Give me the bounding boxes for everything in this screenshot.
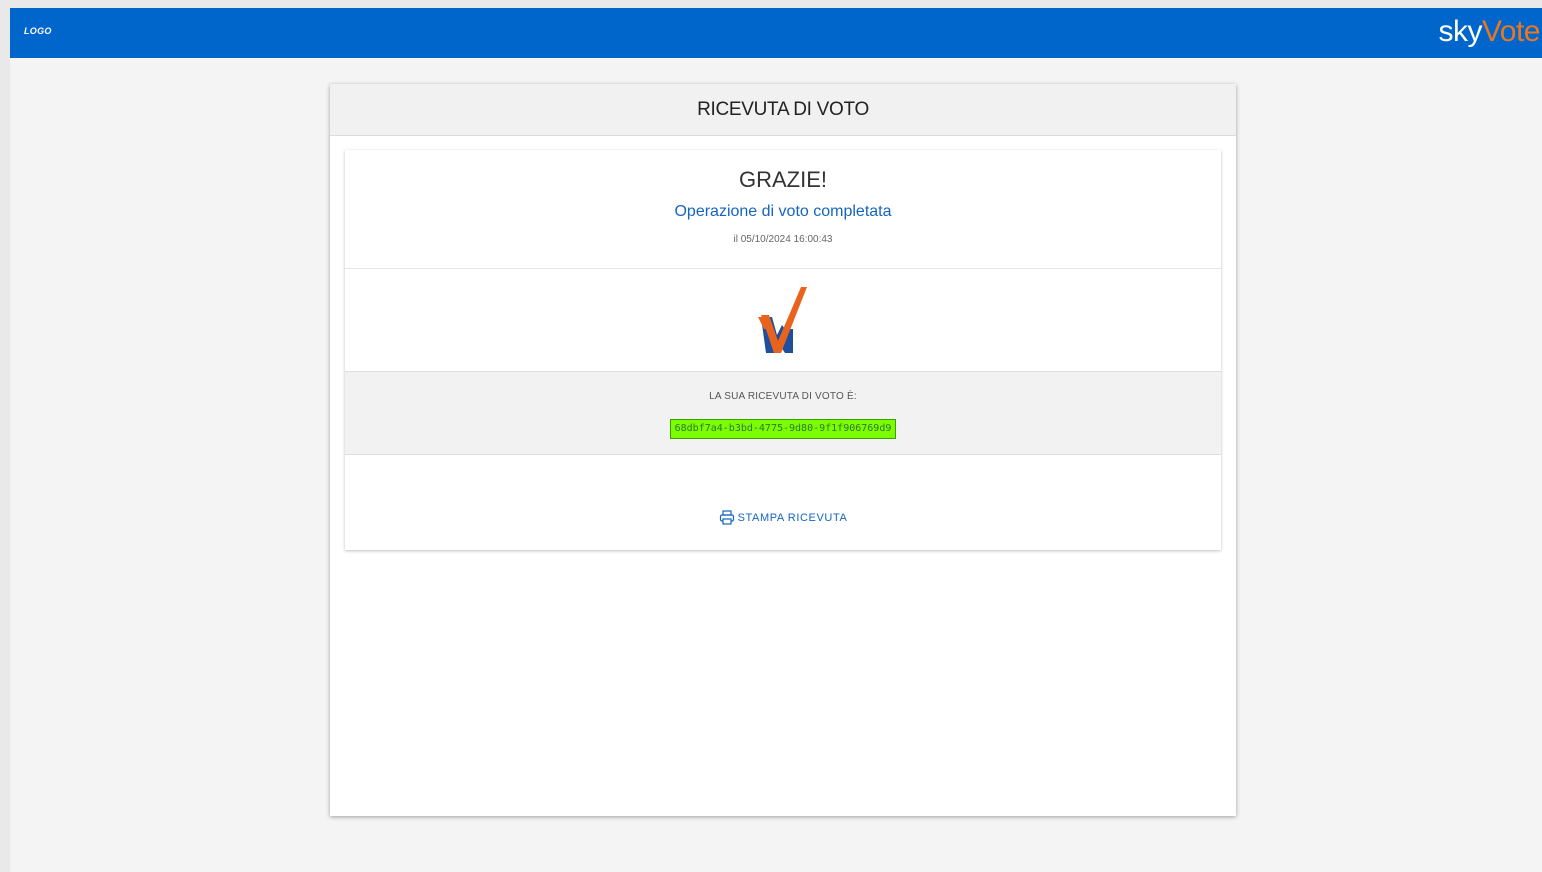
- printer-icon: [719, 510, 734, 525]
- receipt-card: RICEVUTA DI VOTO GRAZIE! Operazione di v…: [330, 84, 1236, 816]
- print-receipt-label: STAMPA RICEVUTA: [737, 511, 848, 524]
- page-frame: LOGO skyVote RICEVUTA DI VOTO GRAZIE! Op…: [10, 8, 1542, 872]
- top-bar: LOGO skyVote: [10, 8, 1542, 58]
- thanks-section: GRAZIE! Operazione di voto completata il…: [345, 150, 1221, 269]
- receipt-section: LA SUA RICEVUTA DI VOTO È: 68dbf7a4-b3bd…: [345, 371, 1221, 455]
- check-section: [345, 269, 1221, 371]
- print-receipt-button[interactable]: STAMPA RICEVUTA: [719, 510, 848, 525]
- receipt-panel: GRAZIE! Operazione di voto completata il…: [345, 150, 1221, 550]
- card-header: RICEVUTA DI VOTO: [330, 84, 1236, 136]
- brand-sky: sky: [1438, 15, 1482, 48]
- logo: LOGO: [24, 26, 52, 36]
- page-title: RICEVUTA DI VOTO: [697, 98, 869, 120]
- receipt-label: LA SUA RICEVUTA DI VOTO È:: [709, 391, 857, 402]
- thanks-heading: GRAZIE!: [738, 167, 827, 192]
- receipt-code[interactable]: 68dbf7a4-b3bd-4775-9d80-9f1f906769d9: [669, 419, 897, 439]
- brand-logo: skyVote: [1438, 12, 1540, 52]
- print-section: STAMPA RICEVUTA: [345, 455, 1221, 551]
- vote-timestamp: il 05/10/2024 16:00:43: [733, 234, 833, 245]
- brand-vote: Vote: [1481, 15, 1541, 48]
- checkmark-logo-icon: [758, 287, 807, 353]
- completed-message: Operazione di voto completata: [674, 203, 892, 220]
